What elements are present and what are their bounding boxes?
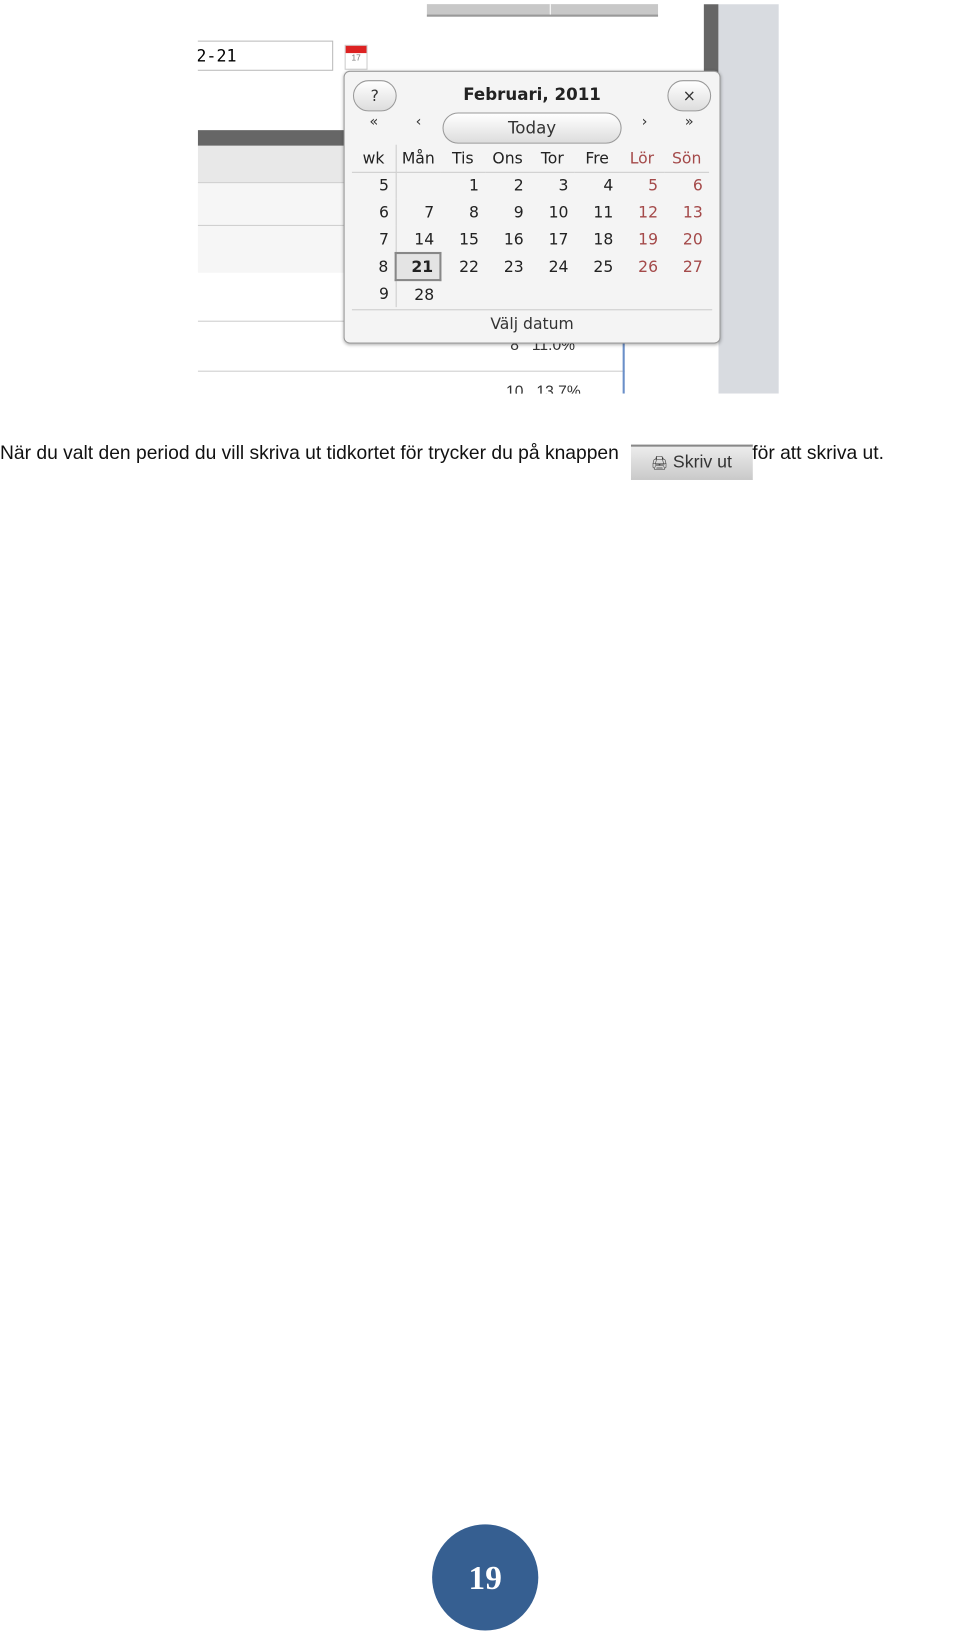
day-cell xyxy=(440,280,485,307)
side-panel xyxy=(718,4,779,394)
calendar-title: Februari, 2011 xyxy=(463,84,601,105)
day-cell[interactable]: 22 xyxy=(440,253,485,280)
weekday-header: Mån xyxy=(395,144,441,173)
week-number: 9 xyxy=(351,280,397,308)
weekday-header: Fre xyxy=(574,144,620,173)
day-cell[interactable]: 2 xyxy=(485,172,530,199)
help-button[interactable]: ? xyxy=(352,80,397,112)
close-button[interactable]: × xyxy=(667,80,712,112)
day-cell[interactable]: 11 xyxy=(575,199,620,226)
week-number: 6 xyxy=(351,198,397,226)
date-input[interactable]: 02-21 xyxy=(197,40,334,71)
day-cell[interactable]: 20 xyxy=(664,226,709,253)
day-cell[interactable]: 1 xyxy=(440,172,485,199)
printer-icon: 🖨 xyxy=(650,455,668,471)
weekday-header: Sön xyxy=(664,144,710,173)
calendar-grid: wk Mån Tis Ons Tor Fre Lör Sön 5 1 2 3 4 5 6 6 7 8 9 10 11 12… xyxy=(351,144,710,308)
weekday-header: Ons xyxy=(485,144,530,173)
day-cell[interactable]: 28 xyxy=(396,280,441,307)
day-cell[interactable]: 19 xyxy=(620,226,665,253)
calendar-footer: Välj datum xyxy=(351,309,713,333)
day-cell[interactable]: 5 xyxy=(620,172,665,199)
prev-month-button[interactable]: ‹ xyxy=(403,113,434,130)
day-cell[interactable]: 17 xyxy=(530,226,575,253)
day-cell[interactable]: 13 xyxy=(664,199,709,226)
weekday-header: Tor xyxy=(529,144,575,173)
date-input-value: 02-21 xyxy=(198,45,237,66)
weekday-header: Lör xyxy=(619,144,665,173)
day-cell[interactable]: 26 xyxy=(620,253,665,280)
day-cell[interactable]: 12 xyxy=(620,199,665,226)
instruction-text: När du valt den period du vill skriva ut… xyxy=(0,441,619,464)
day-cell[interactable]: 10 xyxy=(530,199,575,226)
day-cell xyxy=(485,280,530,307)
day-cell[interactable]: 3 xyxy=(530,172,575,199)
instruction-paragraph: När du valt den period du vill skriva ut… xyxy=(0,436,960,480)
day-cell[interactable]: 16 xyxy=(485,226,530,253)
day-cell[interactable]: 6 xyxy=(664,172,709,199)
day-cell xyxy=(396,172,441,199)
day-cell[interactable]: 25 xyxy=(575,253,620,280)
week-number: 5 xyxy=(351,171,397,199)
day-cell[interactable]: 18 xyxy=(575,226,620,253)
instruction-text-end: för att skriva ut. xyxy=(752,441,884,464)
prev-year-button[interactable]: « xyxy=(358,113,389,130)
date-picker-popup: ? Februari, 2011 × « ‹ Today › » wk Mån Ti… xyxy=(343,70,721,344)
next-year-button[interactable]: » xyxy=(674,113,705,130)
calendar-screenshot: 02-21 17 8 11.0% 10 13.7% ? Februari, 20… xyxy=(197,4,779,394)
week-number: 8 xyxy=(351,253,397,281)
day-cell[interactable]: 4 xyxy=(575,172,620,199)
day-cell[interactable]: 9 xyxy=(485,199,530,226)
day-cell xyxy=(530,280,575,307)
day-cell xyxy=(575,280,620,307)
page-number: 19 xyxy=(432,1524,539,1631)
weekday-header: Tis xyxy=(440,144,486,173)
next-month-button[interactable]: › xyxy=(629,113,660,130)
print-button-label: Skriv ut xyxy=(672,451,732,472)
day-cell[interactable]: 21 xyxy=(394,251,442,282)
toolbar-buttons xyxy=(426,4,659,17)
day-cell[interactable]: 23 xyxy=(485,253,530,280)
day-cell[interactable]: 15 xyxy=(440,226,485,253)
day-cell[interactable]: 14 xyxy=(396,226,441,253)
day-cell[interactable]: 8 xyxy=(440,199,485,226)
day-cell[interactable]: 7 xyxy=(396,199,441,226)
week-number: 7 xyxy=(351,225,397,254)
day-cell xyxy=(664,280,709,307)
today-button[interactable]: Today xyxy=(442,112,622,144)
weekday-header: wk xyxy=(351,144,397,173)
table-row: 10 13.7% xyxy=(506,383,581,394)
print-button[interactable]: 🖨 Skriv ut xyxy=(630,444,753,480)
calendar-icon[interactable]: 17 xyxy=(344,44,368,70)
day-cell[interactable]: 24 xyxy=(530,253,575,280)
day-cell xyxy=(620,280,665,307)
day-cell[interactable]: 27 xyxy=(664,253,709,280)
